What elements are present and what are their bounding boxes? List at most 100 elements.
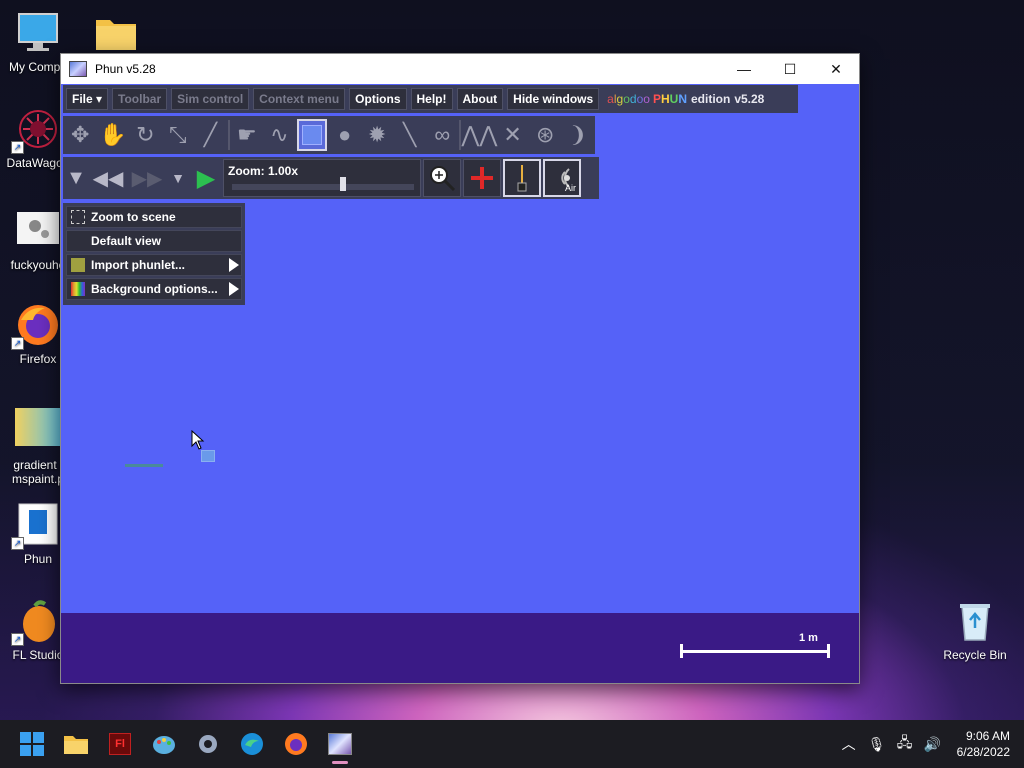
monitor-icon [15, 10, 61, 56]
toolbar-separator [227, 120, 230, 150]
mouse-cursor-icon [191, 430, 205, 450]
system-tray: ︿ 🎙 🖧 🔊 9:06 AM 6/28/2022 [835, 720, 1024, 768]
ctx-item-label: Background options... [91, 282, 218, 296]
zoom-slider-thumb[interactable] [340, 177, 346, 191]
firefox-icon: ↗ [11, 302, 61, 350]
rewind-icon[interactable]: ◀◀ [89, 159, 127, 197]
brush-tool-icon[interactable]: ∿ [264, 119, 295, 151]
menu-toolbar[interactable]: Toolbar [112, 88, 168, 110]
network-icon[interactable]: 🖧 [891, 732, 919, 756]
rainbow-icon [71, 282, 85, 296]
tools-toolbar: ✥ ✋ ↻ ⤡ ╱ ☛ ∿ ● ✹ ╲ ∞ ⋀⋀ ✕ ⊛ ❩ [63, 116, 595, 154]
paint-icon[interactable] [144, 724, 184, 764]
maximize-button[interactable]: ☐ [767, 54, 813, 84]
air-toggle-icon[interactable]: Air [543, 159, 581, 197]
scale-tool-icon[interactable]: ⤡ [163, 119, 194, 151]
knife-tool-icon[interactable]: ╱ [195, 119, 226, 151]
ctx-item-label: Default view [91, 234, 162, 248]
phun-app-icon [69, 61, 87, 77]
microphone-icon[interactable]: 🎙 [863, 736, 891, 753]
hinge-tool-icon[interactable]: ⊛ [530, 119, 561, 151]
menu-options[interactable]: Options [349, 88, 407, 110]
windows-start-icon[interactable] [12, 724, 52, 764]
menu-file[interactable]: File ▾ [66, 88, 109, 110]
speed-chevron-down-icon[interactable]: ▼ [167, 159, 189, 197]
context-menu: Zoom to scene Default view Import phunle… [63, 203, 245, 305]
ctx-item-label: Import phunlet... [91, 258, 185, 272]
settings-icon[interactable] [188, 724, 228, 764]
window-titlebar[interactable]: Phun v5.28 — ☐ ✕ [61, 54, 859, 84]
brand-logo: algodoo PHUN edition v5.28 [607, 92, 765, 106]
import-icon [71, 258, 85, 272]
ctx-background-options[interactable]: Background options... [66, 278, 242, 300]
fast-forward-icon[interactable]: ▶▶ [129, 159, 165, 197]
settings-file-icon [15, 208, 61, 254]
recycle-bin-icon [952, 598, 998, 644]
scale-tick-left [680, 644, 683, 658]
taskbar: Fl ︿ 🎙 🖧 🔊 9:06 AM 6/28/2022 [0, 720, 1024, 768]
phun-window: Phun v5.28 — ☐ ✕ File ▾ Toolbar Sim cont… [60, 53, 860, 684]
play-icon[interactable]: ▶ [191, 159, 221, 197]
clock[interactable]: 9:06 AM 6/28/2022 [947, 728, 1024, 760]
desktop-icon-recycle-bin[interactable]: Recycle Bin [937, 598, 1013, 662]
flash-icon[interactable]: Fl [100, 724, 140, 764]
clock-time: 9:06 AM [965, 729, 1010, 743]
zoom-scene-icon [71, 210, 85, 224]
fixate-tool-icon[interactable]: ✕ [497, 119, 528, 151]
zoom-slider-track[interactable] [232, 184, 414, 190]
grab-tool-icon[interactable]: ☛ [232, 119, 263, 151]
close-button[interactable]: ✕ [813, 54, 859, 84]
file-explorer-icon[interactable] [56, 724, 96, 764]
clock-date: 6/28/2022 [956, 745, 1010, 759]
chevron-up-icon[interactable]: ︿ [835, 734, 863, 754]
chain-tool-icon[interactable]: ∞ [427, 119, 458, 151]
scale-tick-right [827, 644, 830, 658]
gear-tool-icon[interactable]: ✹ [362, 119, 393, 151]
blank-icon [71, 234, 85, 248]
air-label: Air [565, 183, 576, 193]
ctx-import-phunlet[interactable]: Import phunlet... [66, 254, 242, 276]
sim-control-bar: ▼ ◀◀ ▶▶ ▼ ▶ Zoom: 1.00x Air [63, 157, 599, 199]
gradient-image-icon [15, 408, 61, 454]
zoom-reset-magnifier-icon[interactable] [423, 159, 461, 197]
edge-icon[interactable] [232, 724, 272, 764]
minimize-button[interactable]: — [721, 54, 767, 84]
brand-version: v5.28 [734, 92, 765, 106]
scale-label: 1 m [799, 632, 818, 644]
window-title: Phun v5.28 [95, 62, 156, 76]
zoom-label: Zoom: 1.00x [228, 164, 299, 178]
sim-menu-chevron-down-icon[interactable]: ▼ [65, 159, 87, 197]
circle-tool-icon[interactable]: ● [329, 119, 360, 151]
ctx-default-view[interactable]: Default view [66, 230, 242, 252]
menu-sim-control[interactable]: Sim control [171, 88, 250, 110]
zoom-control[interactable]: Zoom: 1.00x [223, 159, 421, 197]
datawagon-icon: ↗ [11, 106, 61, 154]
rotate-tool-icon[interactable]: ↻ [130, 119, 161, 151]
volume-icon[interactable]: 🔊 [919, 736, 947, 753]
phun-menubar: File ▾ Toolbar Sim control Context menu … [63, 85, 798, 113]
desktop-icon-label: Recycle Bin [943, 648, 1007, 662]
hand-tool-icon[interactable]: ✋ [98, 119, 129, 151]
spring-tool-icon[interactable]: ⋀⋀ [461, 119, 497, 151]
brand-edition: edition [691, 92, 731, 106]
menu-help[interactable]: Help! [410, 88, 453, 110]
submenu-arrow-icon [229, 258, 239, 272]
plane-tool-icon[interactable]: ╲ [394, 119, 425, 151]
window-controls: — ☐ ✕ [721, 54, 859, 84]
gravity-toggle-icon[interactable] [503, 159, 541, 197]
phun-icon[interactable] [320, 724, 360, 764]
menu-context-menu[interactable]: Context menu [253, 88, 346, 110]
ctx-zoom-to-scene[interactable]: Zoom to scene [66, 206, 242, 228]
scene-box[interactable] [201, 450, 215, 462]
box-tool-icon[interactable] [296, 119, 328, 151]
menu-hide-windows[interactable]: Hide windows [507, 88, 600, 110]
scale-bar [681, 650, 829, 653]
gravity-red-cross-icon[interactable] [463, 159, 501, 197]
tracer-tool-icon[interactable]: ❩ [562, 119, 593, 151]
firefox-icon[interactable] [276, 724, 316, 764]
menu-about[interactable]: About [456, 88, 504, 110]
folder-icon [93, 10, 139, 56]
scene-plank[interactable] [125, 464, 163, 467]
move-tool-icon[interactable]: ✥ [65, 119, 96, 151]
ground-plane[interactable] [61, 613, 859, 683]
